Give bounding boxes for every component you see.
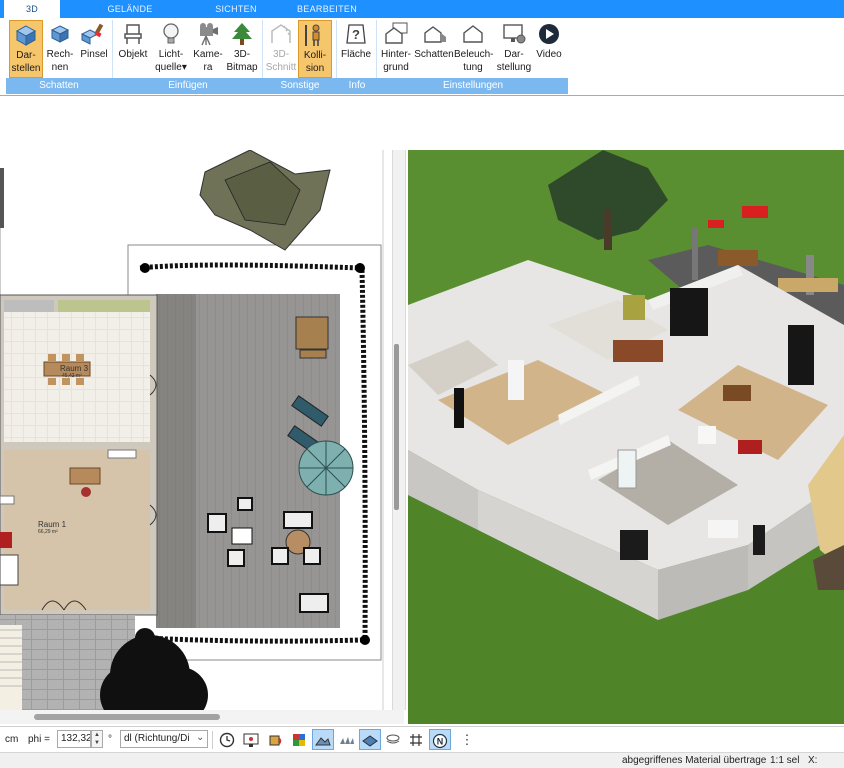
- room-area-raum-1: 66,29 m²: [38, 529, 58, 535]
- grid-icon[interactable]: [405, 729, 427, 750]
- objekt-button[interactable]: Objekt: [116, 20, 150, 78]
- tree-icon: [232, 23, 252, 45]
- kollision-button[interactable]: Kolli- sion: [298, 20, 332, 78]
- lichtquelle-button[interactable]: Licht- quelle▾: [152, 20, 190, 78]
- unit-label: cm: [5, 734, 19, 745]
- cube-calc-icon: [50, 25, 70, 43]
- terrain-icon[interactable]: [312, 729, 334, 750]
- group-label-sonstige: Sonstige: [280, 80, 320, 91]
- status-scale: 1:1 sel: [770, 755, 800, 766]
- svg-text:N: N: [437, 737, 444, 747]
- ribbon-tab-bar: 3D GELÄNDE SICHTEN BEARBEITEN: [0, 0, 844, 18]
- house-shadow-icon: [424, 26, 446, 43]
- chevron-down-icon[interactable]: ⌄: [196, 732, 204, 743]
- floor-plan-2d[interactable]: Raum 3 45,42 m² Raum 1 66,29 m²: [0, 150, 392, 710]
- room-label-raum-3[interactable]: Raum 3: [60, 364, 88, 373]
- cube-icon: [15, 25, 37, 46]
- status-x-coordinate: X:: [808, 755, 818, 766]
- tab-sichten[interactable]: SICHTEN: [206, 0, 266, 18]
- toolbar-divider: [212, 731, 213, 749]
- plane-icon[interactable]: [359, 729, 381, 750]
- beleuchtung-button[interactable]: Beleuch- tung: [454, 20, 493, 78]
- monitor-person-icon[interactable]: [240, 729, 262, 750]
- kamera-button[interactable]: Kame- ra: [192, 20, 224, 78]
- status-message: abgegriffenes Material übertrage: [622, 755, 767, 766]
- room-label-raum-1[interactable]: Raum 1: [38, 520, 66, 529]
- flaeche-button[interactable]: ? Fläche: [338, 20, 374, 78]
- group-label-info: Info: [348, 80, 366, 91]
- horizontal-scroll-thumb[interactable]: [34, 714, 220, 720]
- tab-3d[interactable]: 3D: [4, 0, 60, 18]
- house-background-icon: [385, 22, 408, 44]
- chair-icon: [124, 24, 142, 44]
- vertical-scroll-thumb[interactable]: [394, 344, 399, 510]
- brush-icon: [81, 23, 104, 45]
- house-light-icon: [463, 25, 483, 43]
- svg-text:?: ?: [352, 27, 360, 42]
- 3d-schnitt-button[interactable]: 3D- Schnitt: [264, 20, 298, 78]
- group-label-einfuegen: Einfügen: [168, 80, 208, 91]
- phi-stepper[interactable]: ▲ ▼: [91, 730, 103, 748]
- area-question-icon: ?: [346, 24, 366, 44]
- material-palette-icon[interactable]: [288, 729, 310, 750]
- direction-select[interactable]: dl (Richtung/Di: [120, 730, 208, 748]
- rechnen-button[interactable]: Rech- nen: [44, 20, 76, 78]
- tab-gelaende[interactable]: GELÄNDE: [100, 0, 160, 18]
- floor-plan-drawing: [0, 150, 384, 710]
- phi-input[interactable]: 132,32: [57, 730, 91, 748]
- ribbon: Dar- stellen Rech- nen Pinsel Objekt Lic…: [0, 18, 844, 96]
- monitor-settings-icon: [503, 24, 526, 44]
- room-area-raum-3: 45,42 m²: [62, 373, 82, 379]
- down-arrow-icon[interactable]: ▼: [94, 740, 100, 746]
- 3d-scene: [408, 150, 844, 724]
- north-icon[interactable]: N: [429, 729, 451, 750]
- phi-label: phi =: [28, 734, 50, 745]
- play-icon: [539, 24, 559, 44]
- degree-label: °: [108, 734, 112, 745]
- camera-icon: [200, 23, 218, 46]
- more-options-icon[interactable]: ⋮: [456, 729, 478, 750]
- darstellen-button[interactable]: Dar- stellen: [9, 20, 43, 78]
- 3d-bitmap-button[interactable]: 3D- Bitmap: [224, 20, 260, 78]
- group-label-einstellungen: Einstellungen: [442, 80, 504, 91]
- up-arrow-icon[interactable]: ▲: [94, 732, 100, 738]
- shrub-top: [199, 150, 331, 251]
- paint-bucket-icon[interactable]: [264, 729, 286, 750]
- bulb-icon: [163, 23, 179, 44]
- video-button[interactable]: Video: [534, 20, 564, 78]
- section-icon: [271, 24, 291, 43]
- layers-icon[interactable]: [382, 729, 404, 750]
- dropdown-arrow-icon: ▾: [181, 62, 187, 73]
- schatten-button[interactable]: Schatten: [414, 20, 454, 78]
- darstellung-button[interactable]: Dar- stellung: [494, 20, 534, 78]
- 3d-view[interactable]: [408, 150, 844, 724]
- tab-bearbeiten[interactable]: BEARBEITEN: [290, 0, 364, 18]
- hintergrund-button[interactable]: Hinter- grund: [378, 20, 414, 78]
- group-label-schatten: Schatten: [39, 80, 79, 91]
- person-icon: [305, 24, 320, 46]
- bottom-toolbar: cm phi = 132,32 ▲ ▼ ° dl (Richtung/Di ⌄ N…: [0, 726, 844, 753]
- pinsel-button[interactable]: Pinsel: [78, 20, 110, 78]
- grass-texture-icon[interactable]: [336, 729, 358, 750]
- clock-icon[interactable]: [216, 729, 238, 750]
- status-bar: abgegriffenes Material übertrage 1:1 sel…: [0, 752, 844, 768]
